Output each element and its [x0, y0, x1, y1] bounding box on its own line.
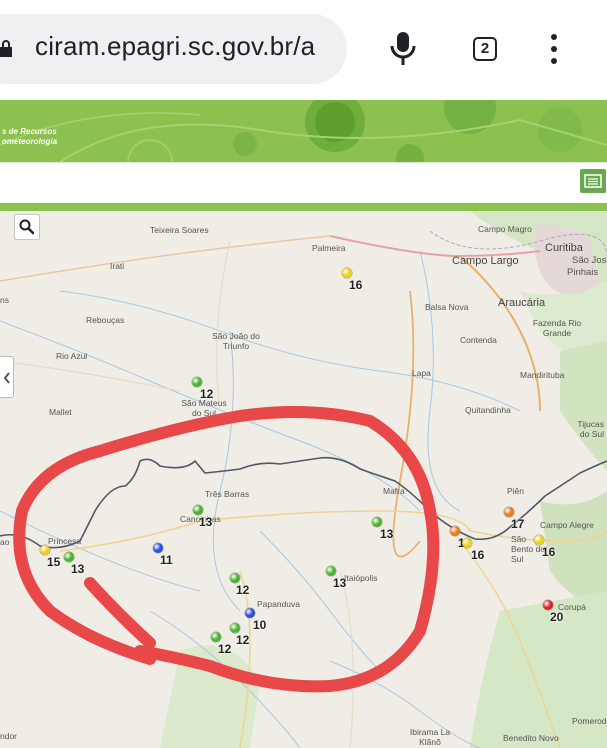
place-label: Pomerode	[572, 716, 607, 726]
toolbar-strip	[0, 162, 607, 204]
place-label: Lapa	[412, 368, 431, 378]
place-label: Mandirituba	[520, 370, 565, 380]
site-banner: s de Recursos ometeorologia	[0, 100, 607, 162]
tabs-count-icon[interactable]: 2	[473, 37, 497, 61]
station-value: 13	[199, 515, 213, 529]
station-marker[interactable]	[153, 543, 163, 553]
station-value: 13	[333, 576, 347, 590]
place-label: Papanduva	[257, 599, 301, 609]
place-label: Campo Magro	[478, 224, 532, 234]
url-text[interactable]: ciram.epagri.sc.gov.br/a	[35, 31, 315, 62]
place-label: ndor	[0, 731, 18, 741]
map-background	[0, 211, 607, 748]
station-value: 16	[471, 548, 485, 562]
map-canvas[interactable]: Teixeira Soares Palmeira Campo Magro Cur…	[0, 211, 607, 748]
place-label: Palmeira	[312, 243, 346, 253]
place-label: Três Barras	[205, 489, 250, 499]
station-marker[interactable]	[211, 632, 221, 642]
station-marker[interactable]	[245, 608, 255, 618]
map-search-button[interactable]	[14, 214, 40, 240]
station-marker[interactable]	[543, 600, 553, 610]
lock-icon	[0, 40, 12, 57]
station-value: 11	[160, 553, 173, 567]
place-label: Mallet	[49, 407, 72, 417]
station-marker[interactable]	[192, 377, 202, 387]
banner-decoration	[0, 100, 607, 162]
place-label: Teixeira Soares	[150, 225, 209, 235]
station-marker[interactable]	[342, 268, 352, 278]
station-value: 13	[380, 527, 394, 541]
station-marker[interactable]	[372, 517, 382, 527]
station-marker[interactable]	[462, 538, 472, 548]
place-label: Rio Azul	[56, 351, 88, 361]
station-marker[interactable]	[450, 526, 460, 536]
place-label: Benedito Novo	[503, 733, 559, 743]
station-value: 16	[542, 545, 556, 559]
map-top-border	[0, 203, 607, 211]
more-menu-icon[interactable]	[549, 34, 559, 66]
side-panel-toggle[interactable]	[0, 356, 14, 398]
list-view-button[interactable]	[580, 169, 606, 193]
station-marker[interactable]	[40, 545, 50, 555]
place-label: Mafra	[383, 486, 405, 496]
place-label: Princesa	[48, 536, 82, 546]
station-marker[interactable]	[534, 535, 544, 545]
place-label: Campo Alegre	[540, 520, 594, 530]
station-marker[interactable]	[504, 507, 514, 517]
station-value: 12	[200, 387, 214, 401]
station-value: 20	[550, 610, 564, 624]
station-marker[interactable]	[326, 566, 336, 576]
banner-title-line1: s de Recursos	[2, 127, 57, 136]
station-value: 17	[511, 517, 525, 531]
place-label: Ibirama La Klãnõ	[409, 727, 451, 747]
station-value: 12	[236, 583, 250, 597]
station-marker[interactable]	[230, 623, 240, 633]
place-label: Piên	[507, 486, 525, 496]
place-label: Contenda	[460, 335, 497, 345]
station-value: 12	[218, 642, 232, 656]
place-label: Balsa Nova	[425, 302, 469, 312]
station-value: 16	[349, 278, 363, 292]
station-value: 12	[236, 633, 250, 647]
station-value: 13	[71, 562, 85, 576]
list-icon	[584, 174, 602, 188]
place-label: Curitiba	[545, 242, 583, 254]
station-marker[interactable]	[64, 552, 74, 562]
place-label: Pinhais	[567, 267, 599, 278]
microphone-icon[interactable]	[389, 30, 417, 68]
station-value: 10	[253, 618, 267, 632]
search-icon	[19, 219, 35, 235]
station-marker[interactable]	[230, 573, 240, 583]
browser-toolbar: ciram.epagri.sc.gov.br/a 2	[0, 0, 607, 99]
place-label: Araucária	[498, 297, 546, 309]
place-label: Campo Largo	[452, 255, 519, 267]
place-label: Fazenda Rio Grande	[532, 318, 582, 338]
station-marker[interactable]	[193, 505, 203, 515]
place-label: Irati	[110, 261, 125, 271]
place-label: Quitandinha	[465, 405, 511, 415]
place-label: Rebouças	[86, 315, 125, 325]
place-label: Tijucas do Sul	[577, 419, 604, 439]
place-label: São José d	[572, 255, 607, 266]
chevron-left-icon	[3, 372, 10, 384]
place-label: São Mateus do Sul	[181, 398, 227, 418]
banner-title-line2: ometeorologia	[2, 137, 58, 146]
place-label: Itaiópolis	[344, 573, 378, 583]
place-label: São João do Triunfo	[212, 331, 260, 351]
place-label: ao	[0, 537, 10, 547]
station-value: 15	[47, 555, 61, 569]
place-label: ns	[0, 295, 9, 305]
